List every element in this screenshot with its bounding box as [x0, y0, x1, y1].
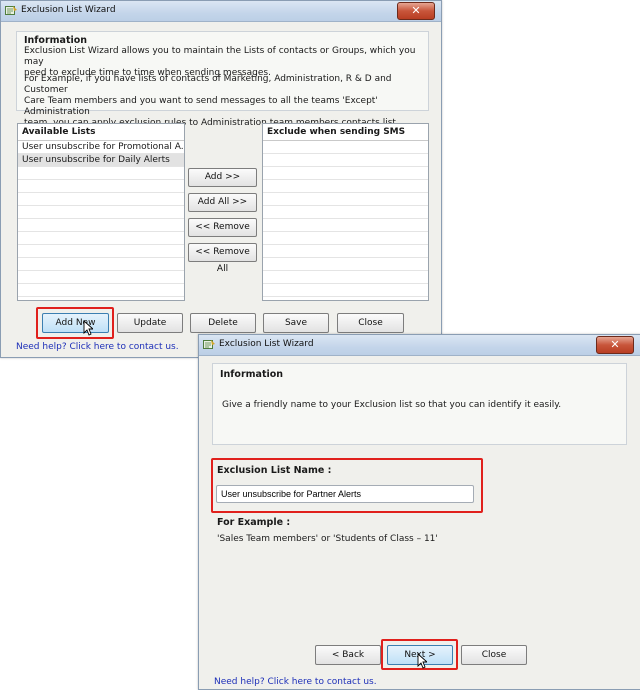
- list-item[interactable]: User unsubscribe for Promotional A...: [18, 141, 184, 154]
- remove-button[interactable]: << Remove: [188, 218, 257, 237]
- list-item-empty: [263, 258, 428, 271]
- close-button[interactable]: Close: [337, 313, 404, 333]
- list-item-empty: [263, 232, 428, 245]
- help-link[interactable]: Need help? Click here to contact us.: [16, 342, 179, 352]
- information-panel: Information Give a friendly name to your…: [212, 363, 627, 445]
- info-line: Exclusion List Wizard allows you to main…: [24, 46, 416, 67]
- list-item-empty: [263, 284, 428, 297]
- example-text: 'Sales Team members' or 'Students of Cla…: [217, 534, 438, 544]
- add-button[interactable]: Add >>: [188, 168, 257, 187]
- list-item-empty: [263, 180, 428, 193]
- list-item-empty: [263, 154, 428, 167]
- list-item-empty: [263, 193, 428, 206]
- update-button[interactable]: Update: [117, 313, 183, 333]
- list-item[interactable]: User unsubscribe for Daily Alerts: [18, 154, 184, 167]
- wizard-icon: [203, 339, 216, 350]
- list-item-empty: [18, 219, 184, 232]
- mouse-pointer-icon: [83, 320, 93, 336]
- highlight-add-new: [36, 307, 114, 339]
- for-example-label: For Example :: [217, 517, 291, 528]
- list-item-empty: [263, 219, 428, 232]
- information-text-2: For Example, if you have lists of contac…: [24, 74, 428, 129]
- add-all-button[interactable]: Add All >>: [188, 193, 257, 212]
- list-item-empty: [18, 180, 184, 193]
- exclude-when-sending-list[interactable]: Exclude when sending SMS: [262, 123, 429, 301]
- list-item-empty: [263, 206, 428, 219]
- close-window-button[interactable]: ✕: [596, 336, 634, 354]
- list-item-empty: [18, 245, 184, 258]
- close-button[interactable]: Close: [461, 645, 527, 665]
- close-window-button[interactable]: ✕: [397, 2, 435, 20]
- help-link[interactable]: Need help? Click here to contact us.: [214, 677, 377, 687]
- available-lists-list[interactable]: Available Lists User unsubscribe for Pro…: [17, 123, 185, 301]
- list-item-empty: [18, 271, 184, 284]
- window-title: Exclusion List Wizard: [21, 5, 116, 15]
- save-button[interactable]: Save: [263, 313, 329, 333]
- list-item-empty: [263, 167, 428, 180]
- list-item-empty: [18, 193, 184, 206]
- window-title: Exclusion List Wizard: [219, 339, 314, 349]
- info-line: Care Team members and you want to send m…: [24, 96, 378, 117]
- list-item-empty: [263, 245, 428, 258]
- wizard-icon: [5, 5, 18, 16]
- title-bar[interactable]: Exclusion List Wizard ✕: [1, 1, 441, 22]
- exclusion-list-name-window: Exclusion List Wizard ✕ Information Give…: [198, 334, 640, 690]
- title-bar[interactable]: Exclusion List Wizard ✕: [199, 335, 640, 356]
- highlight-name-field: [211, 458, 483, 513]
- information-title: Information: [220, 369, 284, 380]
- information-panel: Information Exclusion List Wizard allows…: [16, 31, 429, 128]
- mouse-pointer-icon: [417, 653, 427, 669]
- list-item-empty: [263, 271, 428, 284]
- information-text: Give a friendly name to your Exclusion l…: [222, 400, 562, 410]
- info-line: For Example, if you have lists of contac…: [24, 74, 392, 95]
- exclude-list-header: Exclude when sending SMS: [263, 124, 428, 141]
- back-button[interactable]: < Back: [315, 645, 381, 665]
- available-lists-header: Available Lists: [18, 124, 184, 141]
- delete-button[interactable]: Delete: [190, 313, 256, 333]
- list-item-empty: [263, 141, 428, 154]
- list-item-empty: [18, 232, 184, 245]
- list-item-empty: [18, 167, 184, 180]
- list-item-empty: [18, 258, 184, 271]
- exclusion-list-wizard-window: Exclusion List Wizard ✕ Information Excl…: [0, 0, 442, 358]
- list-item-empty: [18, 206, 184, 219]
- information-title: Information: [24, 35, 88, 46]
- list-item-empty: [18, 284, 184, 297]
- remove-all-button[interactable]: << Remove All: [188, 243, 257, 274]
